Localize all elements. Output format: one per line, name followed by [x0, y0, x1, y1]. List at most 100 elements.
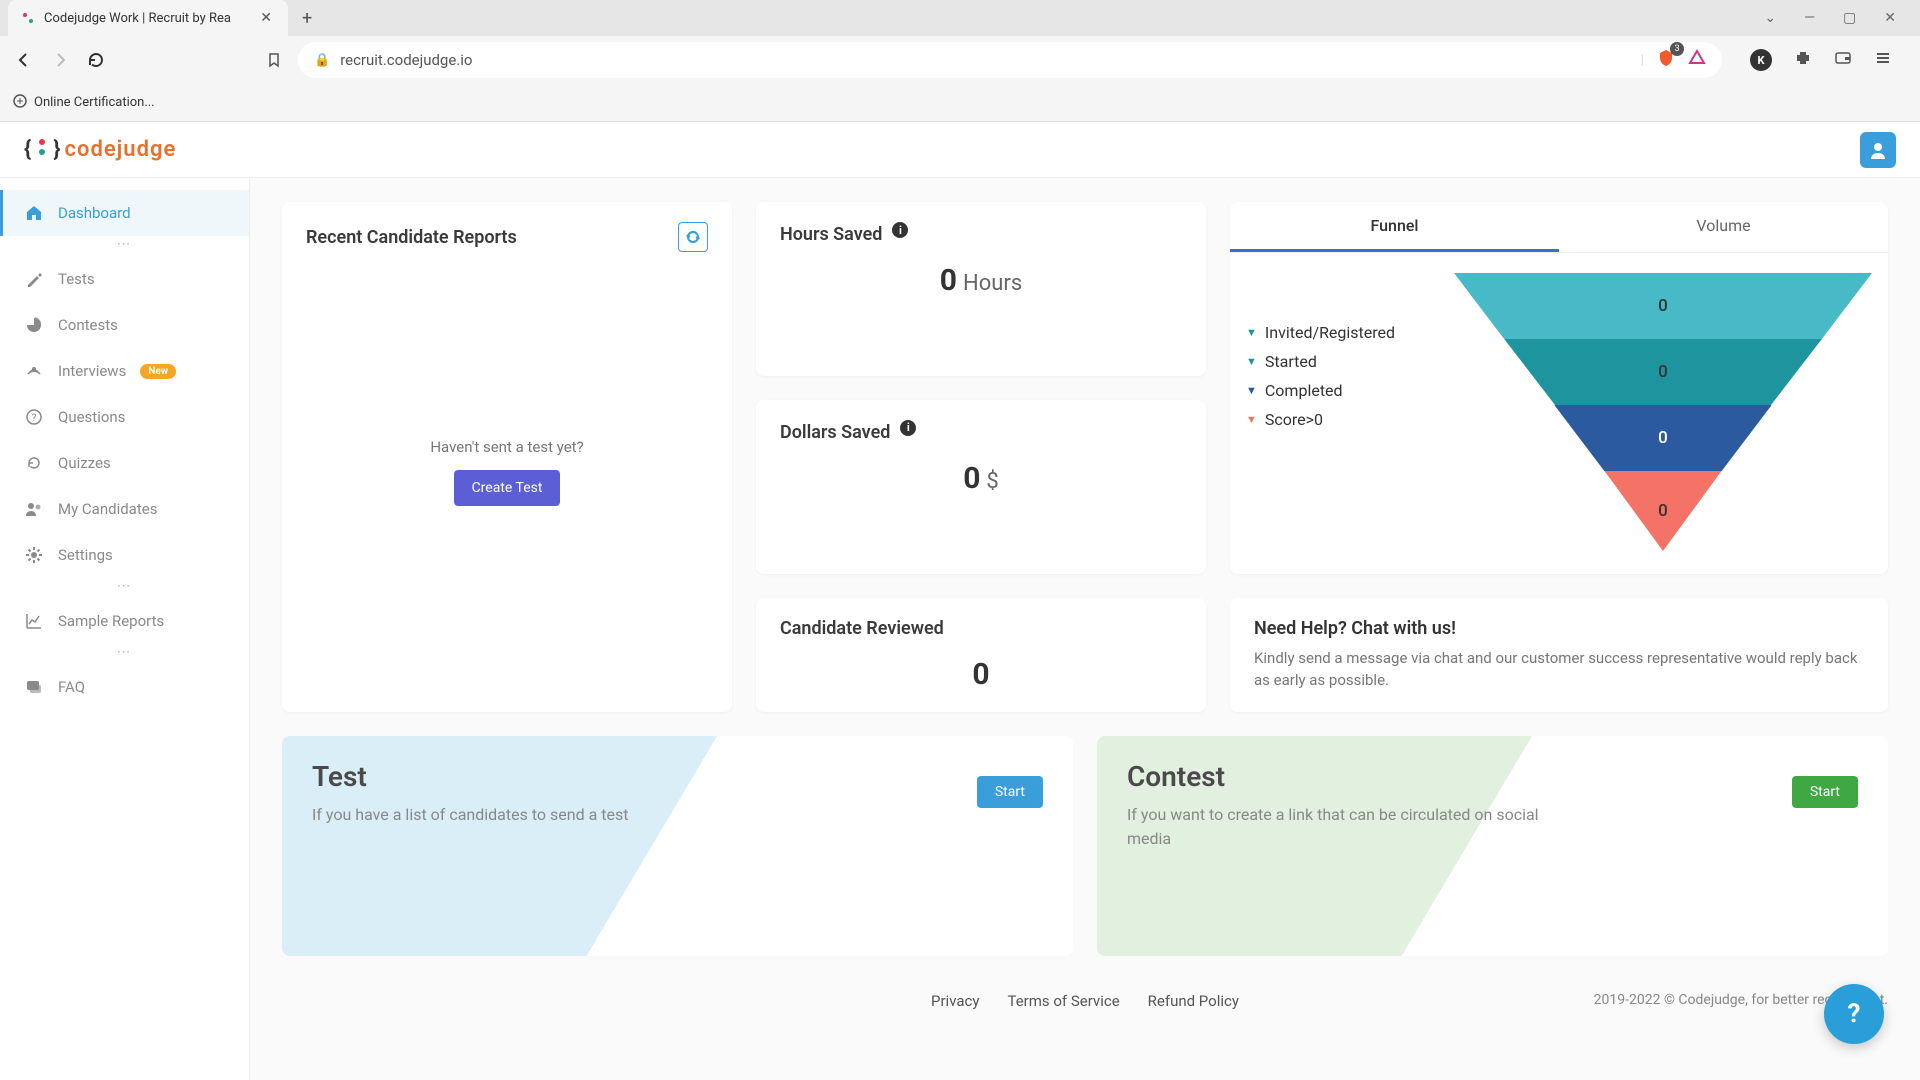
- tab-funnel[interactable]: Funnel: [1230, 202, 1559, 252]
- sidebar-label: Dashboard: [58, 204, 131, 222]
- extensions-icon[interactable]: [1794, 49, 1812, 71]
- window-dropdown-icon[interactable]: ⌄: [1764, 10, 1776, 26]
- footer-link-privacy[interactable]: Privacy: [931, 992, 979, 1010]
- hours-saved-card: Hours Saved i 0Hours: [756, 202, 1206, 376]
- footer: Privacy Terms of Service Refund Policy 2…: [282, 972, 1888, 1030]
- app-header: { } codejudge: [0, 122, 1920, 178]
- menu-icon[interactable]: [1874, 49, 1892, 71]
- card-title: Dollars Saved: [780, 422, 890, 443]
- browser-tab[interactable]: Codejudge Work | Recruit by Rea ✕: [8, 0, 288, 36]
- new-tab-button[interactable]: +: [288, 8, 326, 29]
- recent-reports-card: Recent Candidate Reports Haven't sent a …: [282, 202, 732, 712]
- sidebar-item-dashboard[interactable]: Dashboard: [0, 190, 249, 236]
- tab-close-icon[interactable]: ✕: [256, 10, 276, 26]
- dollars-unit: $: [986, 469, 998, 494]
- dollars-value: 0: [963, 461, 980, 496]
- footer-link-refund[interactable]: Refund Policy: [1148, 992, 1239, 1010]
- test-action-card: Test If you have a list of candidates to…: [282, 736, 1073, 956]
- candidate-reviewed-card: Candidate Reviewed 0: [756, 598, 1206, 712]
- sidebar-item-settings[interactable]: Settings: [0, 532, 249, 578]
- chart-icon: [24, 611, 44, 631]
- info-icon[interactable]: i: [892, 222, 908, 238]
- sidebar-label: FAQ: [58, 678, 85, 696]
- action-desc: If you have a list of candidates to send…: [312, 803, 752, 827]
- home-icon: [24, 203, 44, 223]
- forward-button[interactable]: [48, 48, 72, 72]
- window-controls: ⌄ — ▢ ✕: [1748, 10, 1912, 26]
- reviewed-value: 0: [972, 657, 989, 692]
- bookmark-icon[interactable]: [262, 48, 286, 72]
- sidebar-divider: ⋯: [0, 578, 249, 598]
- sidebar-item-contests[interactable]: Contests: [0, 302, 249, 348]
- logo-text: codejudge: [65, 137, 177, 162]
- sidebar-divider: ⋯: [0, 644, 249, 664]
- bookmark-label: Online Certification...: [34, 95, 155, 110]
- bookmark-item[interactable]: Online Certification...: [12, 93, 155, 113]
- sidebar-label: Settings: [58, 546, 113, 564]
- hours-value: 0: [940, 263, 957, 298]
- url-bar[interactable]: 🔒 recruit.codejudge.io | 3: [298, 42, 1722, 78]
- shield-icon[interactable]: 3: [1656, 48, 1676, 72]
- funnel-segment: 0: [1454, 273, 1872, 339]
- sidebar-item-faq[interactable]: FAQ: [0, 664, 249, 710]
- empty-text: Haven't sent a test yet?: [430, 438, 583, 456]
- info-icon[interactable]: i: [900, 420, 916, 436]
- tab-bar: Codejudge Work | Recruit by Rea ✕ + ⌄ — …: [0, 0, 1920, 36]
- wallet-icon[interactable]: [1834, 49, 1852, 71]
- reports-empty-state: Haven't sent a test yet? Create Test: [306, 252, 708, 692]
- sidebar-label: Quizzes: [58, 454, 111, 472]
- logo[interactable]: { } codejudge: [24, 136, 176, 164]
- svg-text:?: ?: [32, 413, 37, 424]
- tab-favicon-icon: [20, 10, 36, 26]
- brave-rewards-icon[interactable]: [1688, 49, 1706, 71]
- sidebar-item-reports[interactable]: Sample Reports: [0, 598, 249, 644]
- back-button[interactable]: [12, 48, 36, 72]
- lock-icon: 🔒: [314, 53, 330, 68]
- users-icon: [24, 499, 44, 519]
- podcast-icon: [24, 361, 44, 381]
- create-test-button[interactable]: Create Test: [454, 470, 561, 506]
- funnel-segment: 0: [1554, 405, 1771, 471]
- user-menu-button[interactable]: [1860, 132, 1896, 168]
- profile-avatar[interactable]: K: [1750, 49, 1772, 71]
- nav-bar: 🔒 recruit.codejudge.io | 3 K: [0, 36, 1920, 84]
- url-text: recruit.codejudge.io: [340, 51, 1630, 69]
- refresh-button[interactable]: [678, 222, 708, 252]
- sidebar-label: Contests: [58, 316, 118, 334]
- funnel-segment: 0: [1504, 339, 1822, 405]
- tab-volume[interactable]: Volume: [1559, 202, 1888, 252]
- footer-link-terms[interactable]: Terms of Service: [1007, 992, 1119, 1010]
- sidebar-divider: ⋯: [0, 236, 249, 256]
- sidebar: Dashboard ⋯ Tests Contests Interviews Ne…: [0, 178, 250, 1080]
- window-maximize-icon[interactable]: ▢: [1843, 10, 1856, 26]
- question-icon: ?: [24, 407, 44, 427]
- window-minimize-icon[interactable]: —: [1804, 10, 1815, 26]
- sidebar-item-quizzes[interactable]: Quizzes: [0, 440, 249, 486]
- sidebar-item-questions[interactable]: ? Questions: [0, 394, 249, 440]
- hours-unit: Hours: [963, 271, 1022, 296]
- legend-item: ▼Completed: [1246, 381, 1446, 400]
- card-title: Candidate Reviewed: [780, 618, 944, 639]
- start-test-button[interactable]: Start: [977, 776, 1043, 808]
- sidebar-item-tests[interactable]: Tests: [0, 256, 249, 302]
- sidebar-label: My Candidates: [58, 500, 157, 518]
- help-fab-button[interactable]: ?: [1824, 984, 1884, 1044]
- app: { } codejudge Dashboard ⋯ Tests Contests: [0, 122, 1920, 1080]
- app-body: Dashboard ⋯ Tests Contests Interviews Ne…: [0, 178, 1920, 1080]
- help-card: Need Help? Chat with us! Kindly send a m…: [1230, 598, 1888, 712]
- reload-button[interactable]: [84, 48, 108, 72]
- sidebar-label: Interviews: [58, 362, 126, 380]
- bookmark-favicon-icon: [12, 93, 28, 113]
- sidebar-label: Questions: [58, 408, 125, 426]
- sidebar-item-candidates[interactable]: My Candidates: [0, 486, 249, 532]
- contest-action-card: Contest If you want to create a link tha…: [1097, 736, 1888, 956]
- legend-item: ▼Score>0: [1246, 410, 1446, 429]
- url-right-icons: | 3: [1641, 48, 1706, 72]
- card-title: Hours Saved: [780, 224, 882, 245]
- start-contest-button[interactable]: Start: [1792, 776, 1858, 808]
- gear-icon: [24, 545, 44, 565]
- funnel-legend: ▼Invited/Registered ▼Started ▼Completed …: [1246, 273, 1446, 553]
- funnel-card: Funnel Volume ▼Invited/Registered ▼Start…: [1230, 202, 1888, 574]
- sidebar-item-interviews[interactable]: Interviews New: [0, 348, 249, 394]
- window-close-icon[interactable]: ✕: [1884, 10, 1896, 26]
